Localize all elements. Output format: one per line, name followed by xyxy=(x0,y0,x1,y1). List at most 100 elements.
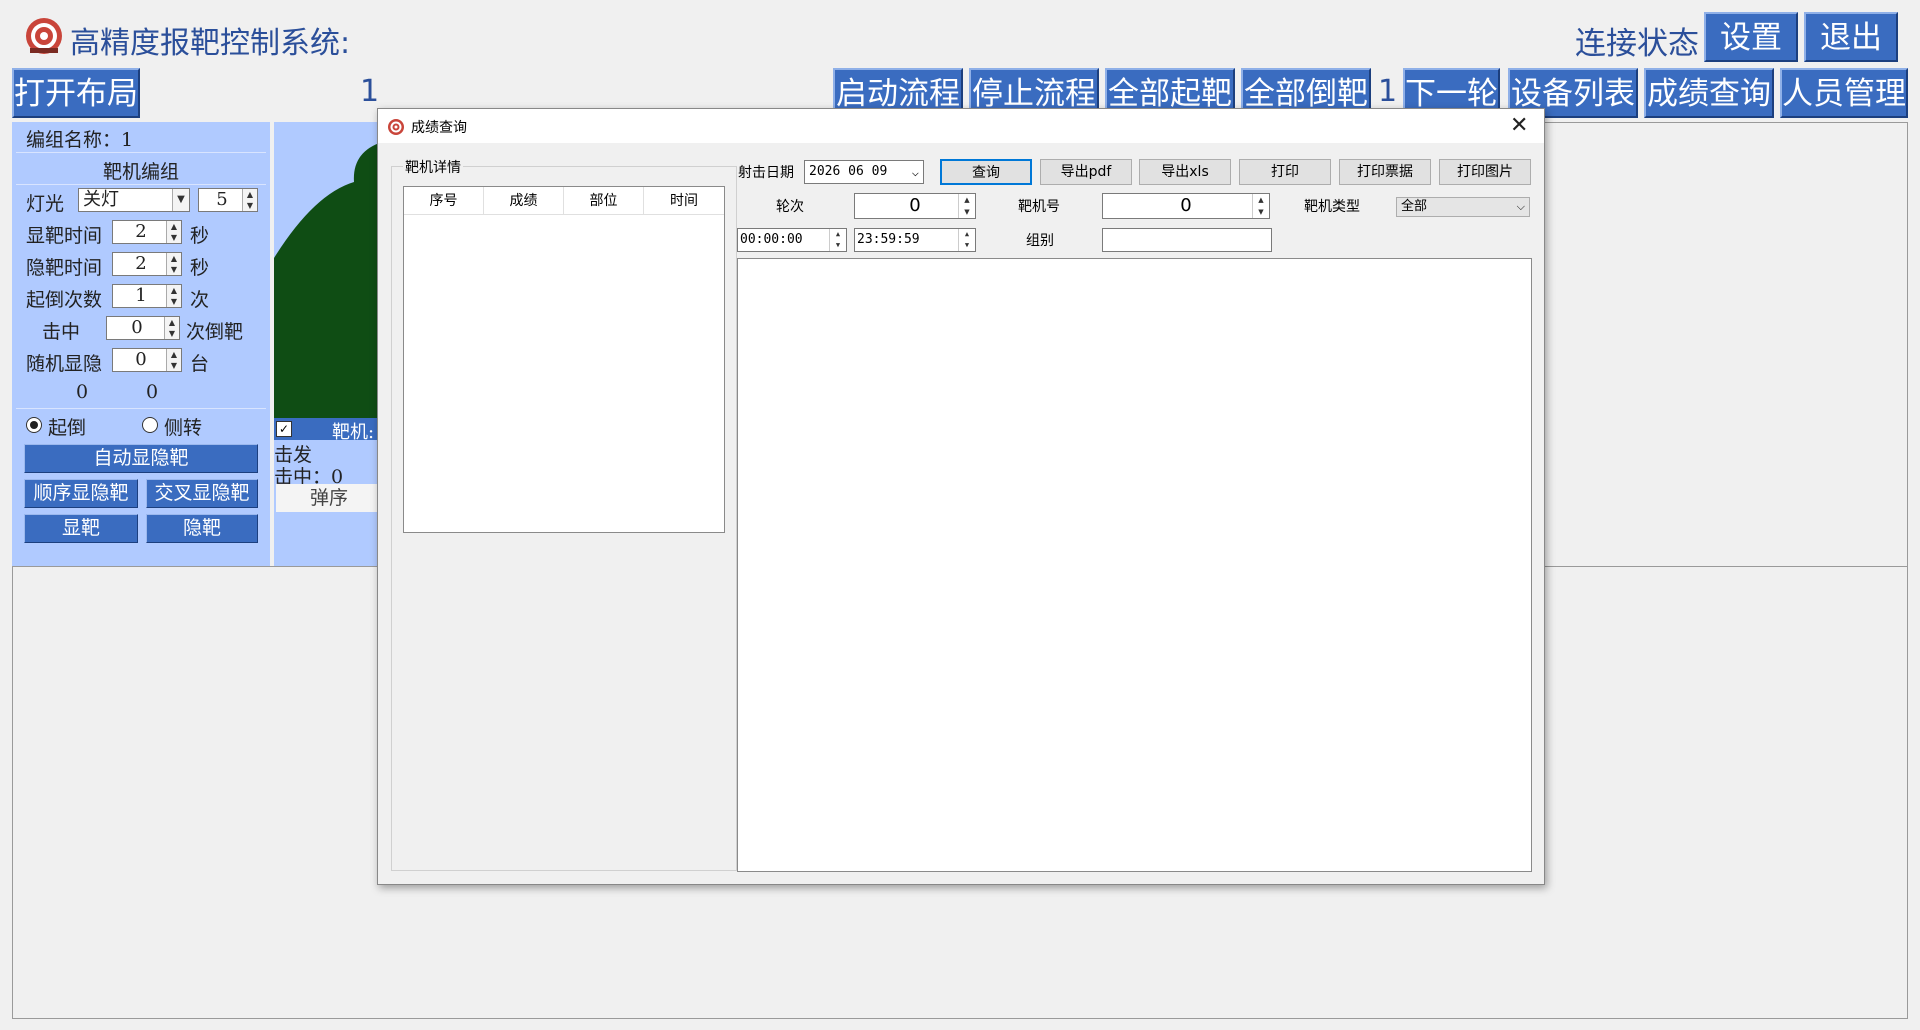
group-label: 组别 xyxy=(1026,233,1054,249)
target-silhouette-icon xyxy=(274,142,382,418)
column-header[interactable]: 序号 xyxy=(404,187,484,215)
updown-count-label: 起倒次数 xyxy=(26,289,103,311)
cross-show-hide-button[interactable]: 交叉显隐靶 xyxy=(146,479,258,508)
app-title: 高精度报靶控制系统: xyxy=(70,26,351,61)
layout-canvas-right xyxy=(1545,122,1908,566)
spin-arrows-icon[interactable]: ▲ ▼ xyxy=(166,221,181,243)
target-header: ✓ 靶机: xyxy=(274,418,382,443)
random-stepper[interactable]: 0 ▲ ▼ xyxy=(112,348,182,372)
score-query-dialog: 成绩查询 ✕ 靶机详情 序号 成绩 部位 时间 射击日期 2026 06 09 … xyxy=(377,108,1545,885)
light-number-stepper[interactable]: 5 ▲ ▼ xyxy=(198,188,258,212)
chevron-down-icon[interactable]: ⌵ xyxy=(912,161,919,183)
column-header[interactable]: 时间 xyxy=(644,187,724,215)
radio-side[interactable] xyxy=(142,417,158,433)
round-number: 1 xyxy=(1378,74,1398,109)
column-header[interactable]: 部位 xyxy=(564,187,644,215)
open-layout-button[interactable]: 打开布局 xyxy=(12,68,140,118)
score-query-button[interactable]: 成绩查询 xyxy=(1644,68,1774,118)
date-value: 2026 06 09 xyxy=(809,164,888,179)
time-from-value: 00:00:00 xyxy=(740,232,803,247)
random-label: 随机显隐 xyxy=(26,353,103,375)
round-label: 轮次 xyxy=(776,199,804,215)
spin-arrows-icon[interactable]: ▲ ▼ xyxy=(242,189,257,211)
layout-number: 1 xyxy=(360,74,380,109)
spin-down-icon[interactable]: ▼ xyxy=(958,240,975,251)
results-view[interactable] xyxy=(737,258,1532,872)
target-name: 靶机: xyxy=(332,422,375,443)
query-button[interactable]: 查询 xyxy=(940,159,1032,185)
light-select[interactable]: 关灯 ▼ xyxy=(78,188,190,212)
date-picker[interactable]: 2026 06 09 ⌵ xyxy=(804,160,924,184)
updown-count-unit: 次 xyxy=(190,289,210,311)
show-time-unit: 秒 xyxy=(190,225,210,247)
chevron-down-icon[interactable]: ▼ xyxy=(172,189,189,211)
spin-down-icon[interactable]: ▼ xyxy=(829,240,846,251)
target-type-value: 全部 xyxy=(1401,199,1428,214)
radio-updown[interactable] xyxy=(26,417,42,433)
show-time-stepper[interactable]: 2 ▲ ▼ xyxy=(112,220,182,244)
personnel-button[interactable]: 人员管理 xyxy=(1780,68,1908,118)
spin-arrows-icon[interactable]: ▲ ▼ xyxy=(166,349,181,371)
spin-arrows-icon[interactable]: ▲ ▼ xyxy=(166,253,181,275)
spin-up-icon[interactable]: ▲ xyxy=(958,229,975,240)
auto-show-hide-button[interactable]: 自动显隐靶 xyxy=(24,444,258,473)
target-type-label: 靶机类型 xyxy=(1304,199,1360,215)
light-select-value: 关灯 xyxy=(83,189,119,210)
time-to-value: 23:59:59 xyxy=(857,232,920,247)
spin-up-icon[interactable]: ▲ xyxy=(1252,194,1269,206)
target-no-stepper[interactable]: 0 ▲ ▼ xyxy=(1102,193,1270,219)
group-section-title: 靶机编组 xyxy=(102,161,179,183)
target-type-select[interactable]: 全部 ⌵ xyxy=(1396,197,1530,217)
spin-up-icon[interactable]: ▲ xyxy=(829,229,846,240)
target-no-label: 靶机号 xyxy=(1018,199,1060,215)
random-unit: 台 xyxy=(190,353,210,375)
connection-status-label: 连接状态 xyxy=(1575,26,1699,62)
settings-button[interactable]: 设置 xyxy=(1704,12,1798,62)
light-number-value: 5 xyxy=(216,189,228,210)
target-card[interactable]: ✓ 靶机: 击发 击中：0 弹序 xyxy=(274,122,382,566)
spin-arrows-icon[interactable]: ▲ ▼ xyxy=(164,317,179,339)
app-logo-icon xyxy=(24,16,64,56)
print-button[interactable]: 打印 xyxy=(1239,159,1331,185)
dialog-title: 成绩查询 xyxy=(411,120,467,136)
column-header[interactable]: 成绩 xyxy=(484,187,564,215)
exit-button[interactable]: 退出 xyxy=(1804,12,1898,62)
round-value: 0 xyxy=(909,195,921,216)
hide-time-value: 2 xyxy=(135,253,147,274)
light-label: 灯光 xyxy=(26,193,65,215)
counter-b: 0 xyxy=(146,381,159,403)
dialog-titlebar: 成绩查询 ✕ xyxy=(378,109,1544,143)
time-to-stepper[interactable]: 23:59:59 ▲ ▼ xyxy=(854,228,976,252)
hide-target-button[interactable]: 隐靶 xyxy=(146,514,258,543)
spin-down-icon[interactable]: ▼ xyxy=(958,206,975,218)
round-stepper[interactable]: 0 ▲ ▼ xyxy=(854,193,976,219)
spin-down-icon[interactable]: ▼ xyxy=(1252,206,1269,218)
dialog-logo-icon xyxy=(387,118,405,136)
sequential-show-hide-button[interactable]: 顺序显隐靶 xyxy=(24,479,138,508)
group-input[interactable] xyxy=(1102,228,1272,252)
show-time-value: 2 xyxy=(135,221,147,242)
print-image-button[interactable]: 打印图片 xyxy=(1439,159,1531,185)
close-icon[interactable]: ✕ xyxy=(1510,113,1528,138)
export-pdf-button[interactable]: 导出pdf xyxy=(1040,159,1132,185)
export-xls-button[interactable]: 导出xls xyxy=(1139,159,1231,185)
hide-time-unit: 秒 xyxy=(190,257,210,279)
hit-stepper[interactable]: 0 ▲ ▼ xyxy=(106,316,180,340)
spin-up-icon[interactable]: ▲ xyxy=(958,194,975,206)
time-from-stepper[interactable]: 00:00:00 ▲ ▼ xyxy=(737,228,847,252)
target-checkbox[interactable]: ✓ xyxy=(276,421,292,437)
chevron-down-icon[interactable]: ⌵ xyxy=(1517,198,1525,216)
details-table[interactable]: 序号 成绩 部位 时间 xyxy=(403,186,725,533)
counter-a: 0 xyxy=(76,381,89,403)
target-no-value: 0 xyxy=(1180,195,1192,216)
print-ticket-button[interactable]: 打印票据 xyxy=(1339,159,1431,185)
spin-arrows-icon[interactable]: ▲ ▼ xyxy=(166,285,181,307)
hit-label: 击中 xyxy=(42,321,81,343)
hit-unit: 次倒靶 xyxy=(186,321,244,343)
hide-time-label: 隐靶时间 xyxy=(26,257,103,279)
show-target-button[interactable]: 显靶 xyxy=(24,514,138,543)
details-table-header: 序号 成绩 部位 时间 xyxy=(404,187,724,215)
updown-count-stepper[interactable]: 1 ▲ ▼ xyxy=(112,284,182,308)
hide-time-stepper[interactable]: 2 ▲ ▼ xyxy=(112,252,182,276)
date-label: 射击日期 xyxy=(738,165,794,181)
